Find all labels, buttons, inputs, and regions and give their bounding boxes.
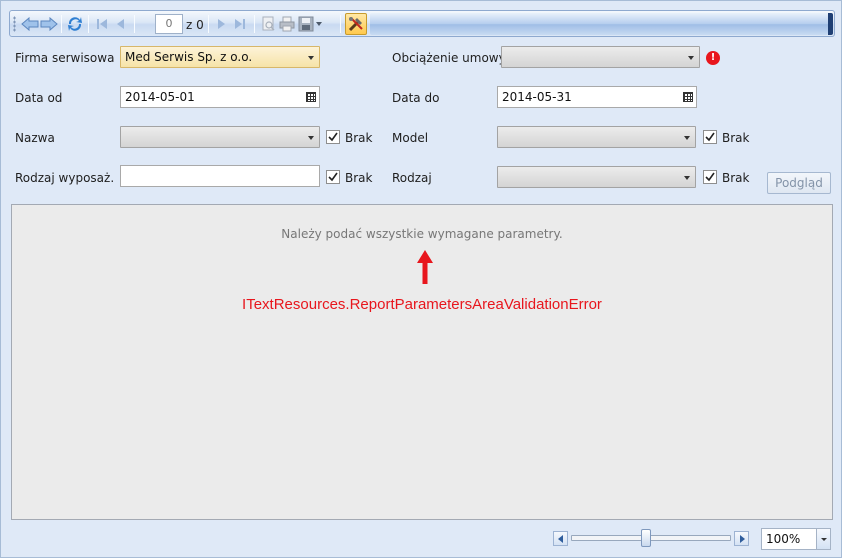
checkmark-icon — [705, 132, 715, 142]
data-do-value: 2014-05-31 — [502, 90, 572, 104]
preview-button[interactable]: Podgląd — [767, 172, 831, 194]
chevron-down-icon — [308, 136, 314, 140]
previous-page-icon[interactable] — [110, 14, 130, 34]
current-page-input[interactable]: 0 — [155, 14, 183, 34]
chevron-down-icon — [684, 136, 690, 140]
rodzaj-brak-label: Brak — [722, 171, 750, 185]
chevron-down-icon[interactable] — [816, 529, 830, 549]
first-page-icon[interactable] — [92, 14, 112, 34]
dropdown-icon[interactable] — [313, 14, 325, 34]
tools-icon[interactable] — [345, 13, 367, 35]
last-page-icon[interactable] — [230, 14, 250, 34]
model-combo[interactable] — [497, 126, 696, 148]
zoom-slider-thumb[interactable] — [641, 529, 651, 547]
obciazenie-combo[interactable] — [501, 46, 700, 68]
checkmark-icon — [328, 132, 338, 142]
arrow-left-icon — [558, 535, 563, 543]
chevron-down-icon — [684, 176, 690, 180]
zoom-select[interactable]: 100% — [761, 528, 831, 550]
rodzaj-label: Rodzaj — [392, 171, 432, 185]
zoom-in-button[interactable] — [734, 531, 749, 546]
data-do-input[interactable]: 2014-05-31 — [497, 86, 697, 108]
data-od-value: 2014-05-01 — [125, 90, 195, 104]
print-layout-icon[interactable] — [258, 14, 278, 34]
calendar-icon[interactable] — [306, 92, 316, 102]
toolbar-separator — [208, 15, 209, 33]
forward-icon[interactable] — [39, 14, 59, 34]
toolbar-separator — [88, 15, 89, 33]
toolbar-grip[interactable] — [13, 16, 16, 32]
toolbar-separator — [340, 15, 341, 33]
zoom-value: 100% — [766, 532, 801, 546]
page-count-label: z 0 — [186, 18, 204, 32]
data-od-input[interactable]: 2014-05-01 — [120, 86, 320, 108]
data-do-label: Data do — [392, 91, 440, 105]
toolbar-fill — [370, 13, 828, 35]
nazwa-combo[interactable] — [120, 126, 320, 148]
rodzaj-combo[interactable] — [497, 166, 696, 188]
zoom-out-button[interactable] — [553, 531, 568, 546]
checkmark-icon — [328, 172, 338, 182]
model-label: Model — [392, 131, 429, 145]
error-icon: ! — [706, 51, 720, 65]
firma-value: Med Serwis Sp. z o.o. — [125, 50, 253, 64]
print-icon[interactable] — [277, 14, 297, 34]
refresh-icon[interactable] — [65, 14, 85, 34]
zoom-slider-track[interactable] — [571, 535, 731, 541]
checkmark-icon — [705, 172, 715, 182]
rodzaj-brak-checkbox[interactable] — [703, 170, 717, 184]
toolbar-separator — [134, 15, 135, 33]
toolbar-end-cap — [828, 13, 833, 35]
arrow-up-icon — [417, 250, 433, 284]
nazwa-brak-checkbox[interactable] — [326, 130, 340, 144]
toolbar-separator — [61, 15, 62, 33]
rodzaj-wyp-input[interactable] — [120, 165, 320, 187]
rodzaj-wyp-brak-label: Brak — [345, 171, 373, 185]
firma-label: Firma serwisowa — [15, 51, 115, 65]
nazwa-label: Nazwa — [15, 131, 55, 145]
rodzaj-wyp-brak-checkbox[interactable] — [326, 170, 340, 184]
report-viewer-frame: 0 z 0 Firma serwisowa Med Serwis Sp. z o… — [0, 0, 842, 558]
validation-message: Należy podać wszystkie wymagane parametr… — [281, 227, 563, 241]
chevron-down-icon — [308, 56, 314, 60]
arrow-right-icon — [740, 535, 745, 543]
model-brak-checkbox[interactable] — [703, 130, 717, 144]
back-icon[interactable] — [20, 14, 40, 34]
firma-combo[interactable]: Med Serwis Sp. z o.o. — [120, 46, 320, 68]
report-toolbar: 0 z 0 — [9, 10, 835, 37]
data-od-label: Data od — [15, 91, 63, 105]
obciazenie-label: Obciążenie umowy — [392, 51, 506, 65]
model-brak-label: Brak — [722, 131, 750, 145]
resource-key-annotation: ITextResources.ReportParametersAreaValid… — [242, 296, 602, 313]
toolbar-separator — [254, 15, 255, 33]
nazwa-brak-label: Brak — [345, 131, 373, 145]
calendar-icon[interactable] — [683, 92, 693, 102]
chevron-down-icon — [688, 56, 694, 60]
report-area: Należy podać wszystkie wymagane parametr… — [11, 204, 833, 520]
next-page-icon[interactable] — [212, 14, 232, 34]
rodzaj-wyp-label: Rodzaj wyposaż. — [15, 171, 115, 185]
